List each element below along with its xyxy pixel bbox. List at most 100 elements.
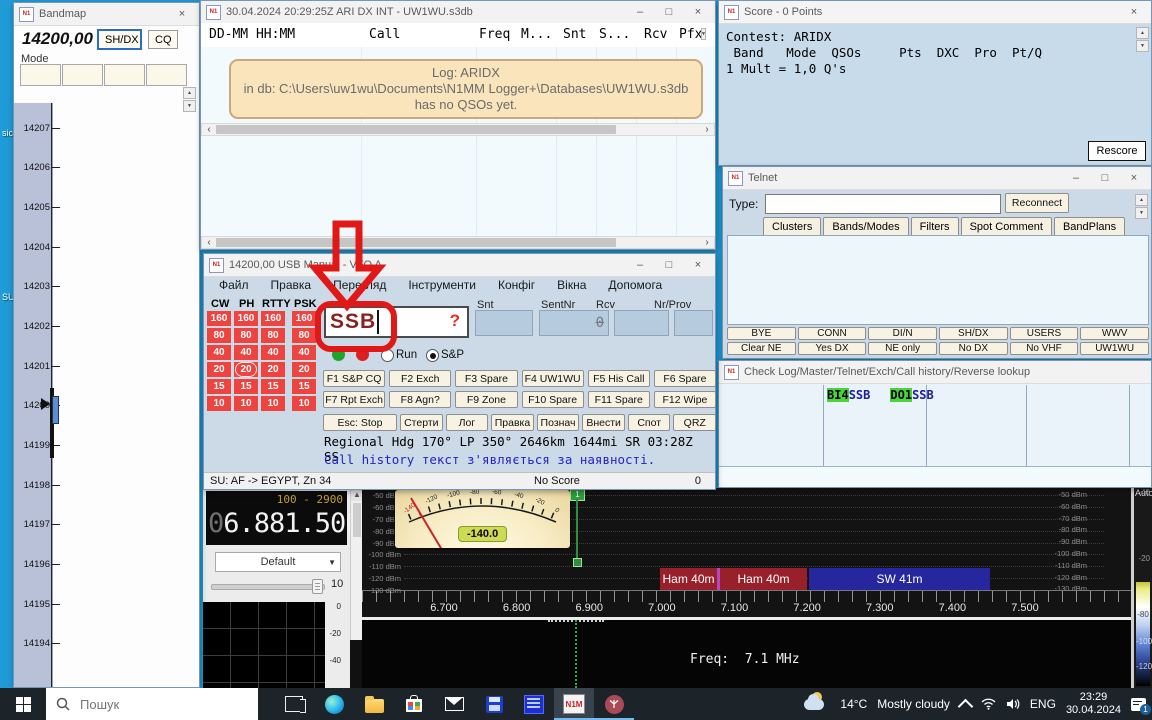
col-datetime[interactable]: DD-MM HH:MM (209, 27, 295, 42)
telnet-output-area[interactable] (727, 235, 1149, 325)
function-key-button[interactable]: F7 Rpt Exch (323, 391, 385, 408)
rcv-field[interactable] (614, 310, 669, 336)
menu-item[interactable]: Перегляд (322, 278, 397, 292)
edit-key-button[interactable]: Внести (582, 414, 625, 431)
task-view-button[interactable] (274, 688, 314, 720)
band-button[interactable]: 40 (207, 345, 231, 360)
telnet-tab[interactable]: Filters (911, 217, 959, 236)
edit-key-button[interactable]: Познач (537, 414, 580, 431)
function-key-button[interactable]: F9 Zone (455, 391, 517, 408)
waterfall-colorbar[interactable]: -80-100-120 (1136, 582, 1150, 686)
edit-key-button[interactable]: Правка (491, 414, 534, 431)
edit-key-button[interactable]: Лог (446, 414, 489, 431)
menu-item[interactable]: Конфіг (487, 278, 546, 292)
band-button[interactable]: 80 (207, 328, 231, 343)
sdr-tuned-frequency[interactable]: 06.881.500 (208, 508, 361, 539)
log-column-headers[interactable]: DD-MM HH:MM Call Freq M... Snt S... Rcv … (201, 23, 715, 48)
band-button[interactable]: 15 (207, 379, 231, 394)
check-titlebar[interactable]: N1 Check Log/Master/Telnet/Exch/Call his… (719, 361, 1151, 384)
spin-down-icon[interactable]: ▼ (183, 100, 196, 112)
bandmap-titlebar[interactable]: N1 Bandmap × (14, 3, 199, 26)
callsign-input[interactable]: SSB ? (324, 306, 469, 338)
band-button[interactable]: 20 (234, 362, 258, 377)
telnet-command-button[interactable]: WWV (1080, 327, 1149, 340)
floppy-app-button[interactable] (474, 688, 514, 720)
cq-button[interactable]: CQ (148, 30, 178, 49)
minimize-icon[interactable]: – (1064, 168, 1088, 188)
function-key-button[interactable]: F6 Spare (654, 370, 716, 387)
scroll-right-icon[interactable]: › (700, 237, 714, 248)
minimize-icon[interactable]: – (628, 255, 652, 275)
scrollbar-thumb[interactable] (216, 125, 616, 134)
close-icon[interactable]: × (1122, 168, 1146, 188)
rescore-button[interactable]: Rescore (1088, 141, 1146, 161)
sp-radio[interactable] (426, 349, 439, 362)
band-button[interactable]: 80 (234, 328, 258, 343)
function-key-button[interactable]: F2 Exch (389, 370, 451, 387)
taskbar-search[interactable] (46, 688, 258, 720)
language-indicator[interactable]: ENG (1030, 697, 1056, 711)
n1mm-taskbar-button[interactable]: N1M (554, 688, 594, 720)
band-button[interactable]: 160 (261, 311, 285, 326)
scrollbar-thumb[interactable] (353, 503, 361, 537)
sentnr-field[interactable]: 0 (539, 310, 609, 336)
shdx-button[interactable]: SH/DX (97, 29, 142, 50)
spin-up-icon[interactable]: ▲ (183, 87, 196, 99)
band-button[interactable]: 40 (261, 345, 285, 360)
horizontal-scrollbar[interactable]: ‹ › (201, 236, 715, 249)
edit-key-button[interactable]: Спот (628, 414, 671, 431)
log-pane-upper[interactable]: Log: ARIDX in db: C:\Users\uw1wu\Documen… (201, 47, 715, 123)
telnet-tab[interactable]: Spot Comment (961, 217, 1052, 236)
close-icon[interactable]: × (1122, 2, 1146, 22)
edit-key-button[interactable]: Esc: Stop (323, 414, 397, 431)
weather-icon[interactable] (804, 696, 830, 712)
band-button[interactable]: 160 (234, 311, 258, 326)
function-key-button[interactable]: F5 His Call (588, 370, 650, 387)
band-button[interactable]: 40 (234, 345, 258, 360)
entry-titlebar[interactable]: N1 14200,00 USB Manual - VFO A – □ × (204, 254, 715, 277)
telnet-tab[interactable]: BandPlans (1054, 217, 1125, 236)
telnet-command-button[interactable]: No DX (939, 342, 1008, 355)
telnet-command-button[interactable]: Clear NE (727, 342, 796, 355)
band-button[interactable]: 10 (207, 396, 231, 411)
preset-dropdown[interactable]: Default ▼ (215, 552, 341, 572)
col-rcv[interactable]: Rcv (644, 27, 667, 42)
taskbar-clock[interactable]: 23:29 30.04.2024 (1066, 691, 1121, 717)
scrollbar-thumb[interactable] (216, 238, 616, 247)
minimize-icon[interactable]: – (628, 2, 652, 22)
telnet-command-button[interactable]: NE only (868, 342, 937, 355)
telnet-command-button[interactable]: Yes DX (798, 342, 867, 355)
function-key-button[interactable]: F12 Wipe (654, 391, 716, 408)
col-s[interactable]: S... (599, 27, 630, 42)
marker-handle[interactable] (573, 558, 582, 567)
function-key-button[interactable]: F4 UW1WU (522, 370, 584, 387)
mail-button[interactable] (434, 688, 474, 720)
score-titlebar[interactable]: N1 Score - 0 Points × (719, 1, 1151, 24)
col-snt[interactable]: Snt (563, 27, 586, 42)
telnet-command-button[interactable]: SH/DX (939, 327, 1008, 340)
log-titlebar[interactable]: N1 30.04.2024 20:29:25Z ARI DX INT - UW1… (201, 1, 715, 24)
telnet-command-button[interactable]: UW1WU (1080, 342, 1149, 355)
band-button[interactable]: 10 (261, 396, 285, 411)
notification-icon[interactable]: 1 (1131, 698, 1146, 711)
telnet-command-button[interactable]: No VHF (1010, 342, 1079, 355)
weather-temp[interactable]: 14°C (840, 697, 867, 711)
edit-key-button[interactable]: QRZ (673, 414, 716, 431)
callsign-suggestion[interactable]: DO1SSB (890, 388, 933, 402)
mode-box[interactable] (146, 64, 187, 86)
spin-up-icon[interactable]: ▲ (1136, 27, 1149, 39)
frequency-scale[interactable]: 14207 14206 14205 14204 14203 14202 1420… (14, 103, 53, 687)
start-button[interactable] (0, 688, 46, 720)
horizontal-scrollbar[interactable]: ‹ › (201, 123, 715, 136)
spin-down-icon[interactable]: ▼ (701, 28, 706, 40)
menu-item[interactable]: Інструменти (397, 278, 487, 292)
band-button[interactable]: 20 (292, 362, 316, 377)
band-button[interactable]: 80 (292, 328, 316, 343)
mode-box[interactable] (104, 64, 145, 86)
wifi-icon[interactable] (981, 698, 996, 710)
band-button[interactable]: 160 (292, 311, 316, 326)
volume-slider[interactable] (211, 584, 325, 590)
spin-down-icon[interactable]: ▼ (1135, 207, 1148, 219)
volume-slider-handle[interactable] (312, 579, 323, 594)
menu-item[interactable]: Вікна (546, 278, 597, 292)
